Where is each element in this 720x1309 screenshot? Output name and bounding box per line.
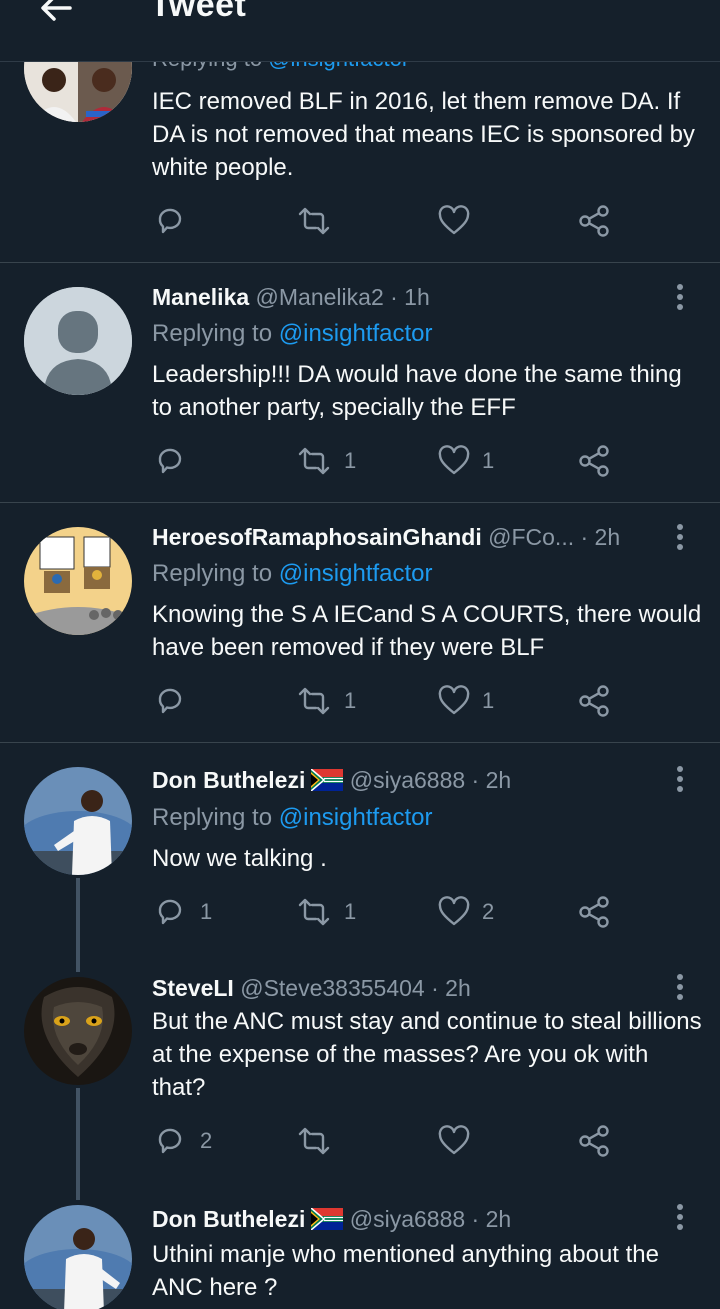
tweet-item[interactable]: SteveLI @Steve38355404 · 2h But the ANC … bbox=[0, 963, 720, 1193]
reply-button[interactable] bbox=[156, 681, 200, 721]
reply-icon bbox=[158, 208, 182, 234]
avatar[interactable] bbox=[24, 767, 132, 875]
tweet-actions: 1 1 bbox=[0, 441, 720, 481]
author-name[interactable]: SteveLI bbox=[152, 975, 234, 1001]
tweet-text: IEC removed BLF in 2016, let them remove… bbox=[152, 88, 695, 181]
retweet-button[interactable] bbox=[296, 201, 344, 241]
tweet-text: But the ANC must stay and continue to st… bbox=[152, 1008, 702, 1101]
south-africa-flag-icon bbox=[311, 769, 344, 791]
tweet-item[interactable]: Don Buthelezi @siya6888 · 2h Uthini manj… bbox=[0, 1193, 720, 1309]
south-africa-flag-icon bbox=[311, 1208, 344, 1230]
tweet-actions bbox=[0, 201, 720, 241]
retweet-button[interactable]: 1 bbox=[296, 441, 356, 481]
avatar[interactable] bbox=[24, 1205, 132, 1309]
mention-link[interactable]: @insightfactor bbox=[279, 320, 433, 347]
share-icon bbox=[579, 205, 609, 237]
tweet-text: Leadership!!! DA would have done the sam… bbox=[152, 361, 682, 421]
more-vertical-icon[interactable] bbox=[668, 765, 692, 793]
retweet-button[interactable]: 1 bbox=[296, 892, 356, 932]
author-line: HeroesofRamaphosainGhandi @FCo... · 2h bbox=[152, 524, 620, 551]
replying-to: Replying to @insightfactor bbox=[152, 560, 433, 587]
more-vertical-icon[interactable] bbox=[668, 283, 692, 311]
page-title: Tweet bbox=[150, 0, 247, 24]
heart-icon bbox=[438, 685, 470, 715]
author-handle[interactable]: @Manelika2 bbox=[256, 284, 384, 310]
retweet-icon bbox=[298, 207, 330, 235]
reply-icon bbox=[158, 1128, 182, 1154]
author-handle[interactable]: @siya6888 bbox=[350, 1206, 465, 1232]
reply-button[interactable]: 1 bbox=[156, 892, 212, 932]
retweet-icon bbox=[298, 898, 330, 926]
tweet-actions: 2 bbox=[0, 1121, 720, 1161]
like-button[interactable]: 1 bbox=[438, 441, 494, 481]
more-vertical-icon[interactable] bbox=[668, 973, 692, 1001]
like-button[interactable]: 1 bbox=[438, 681, 494, 721]
like-button[interactable]: 2 bbox=[438, 892, 494, 932]
arrow-left-icon[interactable] bbox=[36, 0, 76, 28]
share-button[interactable] bbox=[578, 681, 610, 721]
author-line: Manelika @Manelika2 · 1h bbox=[152, 284, 430, 311]
avatar[interactable] bbox=[24, 287, 132, 395]
author-name[interactable]: Manelika bbox=[152, 284, 249, 310]
share-icon bbox=[579, 445, 609, 477]
author-handle[interactable]: @siya6888 bbox=[350, 767, 465, 793]
reply-icon bbox=[158, 448, 182, 474]
author-line: SteveLI @Steve38355404 · 2h bbox=[152, 975, 471, 1002]
retweet-icon bbox=[298, 447, 330, 475]
avatar[interactable] bbox=[24, 527, 132, 635]
avatar[interactable] bbox=[24, 977, 132, 1085]
reply-button[interactable]: 2 bbox=[156, 1121, 212, 1161]
author-name[interactable]: Don Buthelezi bbox=[152, 1206, 305, 1232]
tweet-item[interactable]: Don Buthelezi @siya6888 · 2h Replying to… bbox=[0, 743, 720, 963]
author-line: Don Buthelezi @siya6888 · 2h bbox=[152, 1206, 511, 1233]
share-icon bbox=[579, 685, 609, 717]
reply-icon bbox=[158, 899, 182, 925]
retweet-icon bbox=[298, 1127, 330, 1155]
timestamp: · 2h bbox=[580, 524, 621, 550]
more-vertical-icon[interactable] bbox=[668, 1203, 692, 1231]
heart-icon bbox=[438, 896, 470, 926]
top-bar: Tweet bbox=[0, 0, 720, 62]
mention-link[interactable]: @insightfactor bbox=[279, 560, 433, 587]
timestamp: · 1h bbox=[390, 284, 430, 310]
tweet-actions: 1 1 2 bbox=[0, 892, 720, 932]
author-name[interactable]: HeroesofRamaphosainGhandi bbox=[152, 524, 482, 550]
tweet-actions: 1 1 bbox=[0, 681, 720, 721]
replying-to: Replying to @insightfactor bbox=[152, 320, 433, 347]
tweet-item[interactable]: Manelika @Manelika2 · 1h Replying to @in… bbox=[0, 263, 720, 502]
tweet-text: Uthini manje who mentioned anything abou… bbox=[152, 1241, 659, 1301]
tweet-text: Now we talking . bbox=[152, 845, 327, 872]
reply-icon bbox=[158, 688, 182, 714]
author-handle[interactable]: @Steve38355404 bbox=[240, 975, 425, 1001]
mention-link[interactable]: @insightfactor bbox=[279, 804, 433, 831]
like-button[interactable] bbox=[438, 201, 482, 241]
timestamp: · 2h bbox=[471, 1206, 512, 1232]
timestamp: · 2h bbox=[471, 767, 512, 793]
retweet-icon bbox=[298, 687, 330, 715]
share-icon bbox=[579, 896, 609, 928]
tweet-text: Knowing the S A IECand S A COURTS, there… bbox=[152, 601, 702, 661]
retweet-button[interactable]: 1 bbox=[296, 681, 356, 721]
reply-button[interactable] bbox=[156, 441, 200, 481]
more-vertical-icon[interactable] bbox=[668, 523, 692, 551]
reply-button[interactable] bbox=[156, 201, 200, 241]
replying-to: Replying to @insightfactor bbox=[152, 804, 433, 831]
author-line: Don Buthelezi @siya6888 · 2h bbox=[152, 767, 511, 794]
like-button[interactable] bbox=[438, 1121, 482, 1161]
timestamp: · 2h bbox=[431, 975, 471, 1001]
heart-icon bbox=[438, 1125, 470, 1155]
author-name[interactable]: Don Buthelezi bbox=[152, 767, 305, 793]
author-handle[interactable]: @FCo... bbox=[488, 524, 574, 550]
heart-icon bbox=[438, 445, 470, 475]
share-button[interactable] bbox=[578, 892, 610, 932]
retweet-button[interactable] bbox=[296, 1121, 344, 1161]
share-icon bbox=[579, 1125, 609, 1157]
tweet-item[interactable]: HeroesofRamaphosainGhandi @FCo... · 2h R… bbox=[0, 503, 720, 742]
share-button[interactable] bbox=[578, 1121, 610, 1161]
heart-icon bbox=[438, 205, 470, 235]
share-button[interactable] bbox=[578, 201, 610, 241]
share-button[interactable] bbox=[578, 441, 610, 481]
